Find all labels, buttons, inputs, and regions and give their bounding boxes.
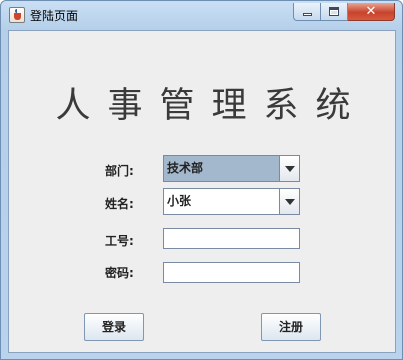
maximize-icon	[329, 7, 339, 16]
minimize-icon	[303, 13, 312, 16]
login-window: 登陆页面 ✕ 人事管理系统 部门: 技术部 姓名: 小张 工号: 密码: 登录 …	[0, 0, 403, 360]
department-label: 部门:	[105, 164, 134, 178]
chevron-down-icon[interactable]	[279, 156, 299, 181]
content-panel: 人事管理系统 部门: 技术部 姓名: 小张 工号: 密码: 登录 注册	[8, 30, 396, 353]
name-select-value: 小张	[167, 194, 192, 208]
register-button[interactable]: 注册	[261, 313, 321, 341]
chevron-down-icon[interactable]	[279, 189, 299, 214]
employee-id-input[interactable]	[163, 228, 300, 249]
maximize-button[interactable]	[321, 3, 348, 21]
name-select[interactable]: 小张	[163, 188, 300, 215]
department-select[interactable]: 技术部	[163, 155, 300, 182]
name-label: 姓名:	[105, 197, 134, 211]
java-app-icon	[9, 7, 25, 23]
department-select-value: 技术部	[164, 156, 279, 181]
window-title: 登陆页面	[30, 9, 79, 23]
minimize-button[interactable]	[293, 3, 321, 21]
close-button[interactable]: ✕	[348, 3, 395, 21]
employee-id-label: 工号:	[105, 234, 134, 248]
password-input[interactable]	[163, 262, 300, 283]
title-bar[interactable]: 登陆页面 ✕	[1, 1, 402, 29]
password-label: 密码:	[105, 266, 134, 280]
page-title: 人事管理系统	[55, 86, 368, 126]
close-icon: ✕	[365, 4, 377, 19]
login-button[interactable]: 登录	[84, 313, 144, 341]
